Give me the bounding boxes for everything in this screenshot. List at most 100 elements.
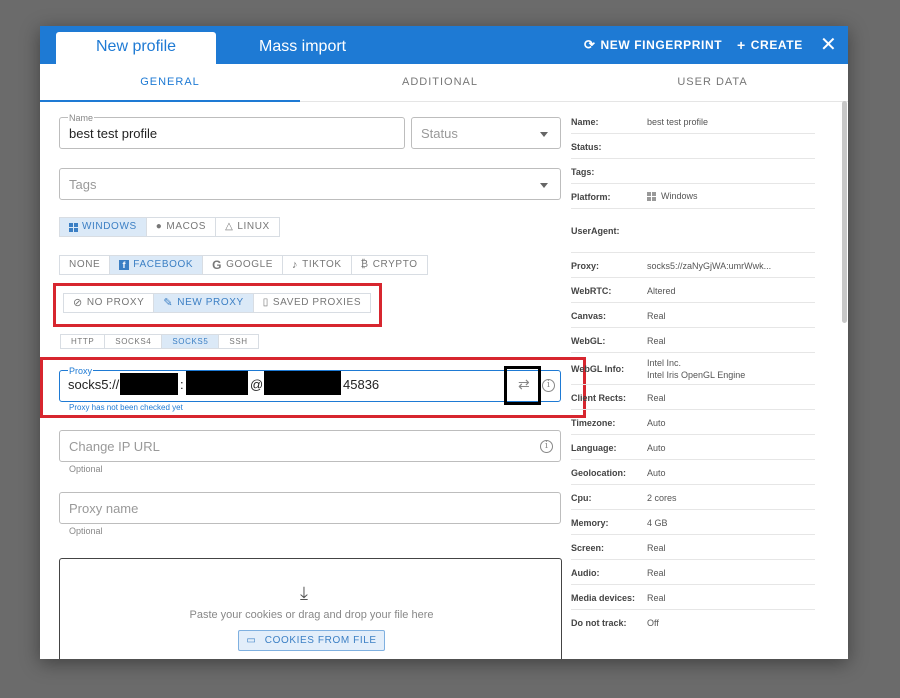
proxy-value-colon: : bbox=[180, 377, 184, 392]
summary-value: Auto bbox=[647, 443, 666, 453]
os-windows-button[interactable]: WINDOWS bbox=[59, 217, 147, 237]
tab-new-profile[interactable]: New profile bbox=[56, 32, 216, 64]
summary-label: Language: bbox=[571, 443, 617, 453]
summary-label: WebRTC: bbox=[571, 286, 612, 296]
refresh-icon: ⟳ bbox=[584, 37, 596, 52]
tab-mass-import[interactable]: Mass import bbox=[259, 32, 346, 64]
create-label: CREATE bbox=[750, 38, 803, 52]
tab-additional[interactable]: ADDITIONAL bbox=[340, 64, 540, 102]
bookmark-icon: ▯ bbox=[262, 297, 269, 308]
summary-label: Memory: bbox=[571, 518, 609, 528]
summary-row: Proxy: socks5://zaNyGjWA:umrWwk... bbox=[571, 253, 815, 278]
status-select[interactable]: Status bbox=[411, 117, 561, 149]
os-linux-label: LINUX bbox=[237, 221, 270, 232]
proxy-check-status: Proxy has not been checked yet bbox=[69, 403, 183, 412]
chevron-down-icon bbox=[540, 183, 548, 188]
proxy-value-at: @ bbox=[250, 377, 264, 392]
summary-value: Intel Inc. bbox=[647, 358, 682, 368]
platform-crypto-button[interactable]: ₿ CRYPTO bbox=[350, 255, 428, 275]
platform-none-label: NONE bbox=[69, 259, 101, 270]
summary-value: Real bbox=[647, 593, 666, 603]
proxy-type-socks4-button[interactable]: SOCKS4 bbox=[104, 334, 163, 349]
os-selector: WINDOWS ● MACOS △ LINUX bbox=[59, 217, 280, 237]
summary-value: Real bbox=[647, 311, 666, 321]
platform-google-label: GOOGLE bbox=[226, 259, 274, 270]
change-ip-helper: Optional bbox=[69, 464, 103, 474]
cookies-from-file-button[interactable]: ▭ COOKIES FROM FILE bbox=[238, 630, 385, 651]
summary-row: Canvas: Real bbox=[571, 303, 815, 328]
summary-row: Status: bbox=[571, 134, 815, 159]
saved-proxies-label: SAVED PROXIES bbox=[272, 297, 362, 308]
summary-label: Platform: bbox=[571, 192, 611, 202]
saved-proxies-button[interactable]: ▯ SAVED PROXIES bbox=[252, 293, 372, 313]
proxy-type-socks5-button[interactable]: SOCKS5 bbox=[161, 334, 220, 349]
summary-label: UserAgent: bbox=[571, 226, 620, 236]
cookies-hint: Paste your cookies or drag and drop your… bbox=[189, 609, 434, 621]
windows-icon bbox=[647, 192, 656, 202]
summary-label: Status: bbox=[571, 142, 602, 152]
no-proxy-button[interactable]: ⊘ NO PROXY bbox=[63, 293, 155, 313]
platform-tiktok-button[interactable]: ♪ TIKTOK bbox=[282, 255, 352, 275]
summary-label: Geolocation: bbox=[571, 468, 627, 478]
summary-row: UserAgent: bbox=[571, 209, 815, 253]
info-icon: i bbox=[540, 440, 553, 453]
windows-icon bbox=[69, 222, 78, 232]
dialog-header: New profile Mass import ⟳ NEW FINGERPRIN… bbox=[40, 26, 848, 64]
os-macos-label: MACOS bbox=[166, 221, 207, 232]
os-linux-button[interactable]: △ LINUX bbox=[215, 217, 280, 237]
summary-label: Screen: bbox=[571, 543, 605, 553]
summary-value: Auto bbox=[647, 418, 666, 428]
summary-row: WebRTC: Altered bbox=[571, 278, 815, 303]
cookies-dropzone[interactable]: ⤓ Paste your cookies or drag and drop yo… bbox=[59, 558, 562, 659]
summary-value: socks5://zaNyGjWA:umrWwk... bbox=[647, 261, 772, 271]
swap-icon[interactable]: ⇄ bbox=[518, 376, 530, 393]
summary-row: Tags: bbox=[571, 159, 815, 184]
os-macos-button[interactable]: ● MACOS bbox=[145, 217, 217, 237]
name-field[interactable]: Name best test profile bbox=[59, 113, 405, 149]
summary-row: Screen: Real bbox=[571, 535, 815, 560]
summary-value: Real bbox=[647, 543, 666, 553]
summary-row: Cpu: 2 cores bbox=[571, 485, 815, 510]
new-fingerprint-button[interactable]: ⟳ NEW FINGERPRINT bbox=[584, 26, 722, 64]
platform-value: Windows bbox=[661, 191, 698, 201]
os-windows-label: WINDOWS bbox=[82, 221, 137, 232]
tags-select[interactable]: Tags bbox=[59, 168, 561, 200]
platform-facebook-button[interactable]: f FACEBOOK bbox=[109, 255, 204, 275]
close-icon[interactable]: ✕ bbox=[820, 26, 837, 64]
summary-value: Real bbox=[647, 393, 666, 403]
proxy-name-input[interactable]: Proxy name bbox=[59, 492, 561, 524]
platform-facebook-label: FACEBOOK bbox=[133, 259, 194, 270]
summary-row: Client Rects: Real bbox=[571, 385, 815, 410]
change-ip-url-input[interactable]: Change IP URL i bbox=[59, 430, 561, 462]
change-ip-placeholder: Change IP URL bbox=[69, 439, 160, 454]
section-tabs: GENERAL ADDITIONAL USER DATA bbox=[40, 64, 848, 102]
summary-label: Media devices: bbox=[571, 593, 636, 603]
summary-label: WebGL Info: bbox=[571, 364, 625, 374]
platform-selector: NONE f FACEBOOK G GOOGLE ♪ TIKTOK ₿ CRYP… bbox=[59, 255, 428, 275]
summary-row: WebGL: Real bbox=[571, 328, 815, 353]
summary-value: Altered bbox=[647, 286, 676, 296]
proxy-type-selector: HTTP SOCKS4 SOCKS5 SSH bbox=[60, 334, 259, 349]
proxy-type-ssh-button[interactable]: SSH bbox=[218, 334, 259, 349]
proxy-value-prefix: socks5:// bbox=[68, 377, 120, 392]
summary-value: Auto bbox=[647, 468, 666, 478]
apple-icon: ● bbox=[155, 221, 163, 232]
summary-row: Platform: Windows bbox=[571, 184, 815, 209]
create-button[interactable]: + CREATE bbox=[737, 26, 803, 64]
profile-summary: Name: best test profile Status: Tags: Pla… bbox=[571, 109, 815, 635]
scrollbar[interactable] bbox=[842, 101, 847, 323]
tab-user-data[interactable]: USER DATA bbox=[620, 64, 805, 102]
platform-none-button[interactable]: NONE bbox=[59, 255, 111, 275]
summary-row: Do not track: Off bbox=[571, 610, 815, 635]
platform-crypto-label: CRYPTO bbox=[372, 259, 418, 270]
summary-row: Memory: 4 GB bbox=[571, 510, 815, 535]
summary-row: Name: best test profile bbox=[571, 109, 815, 134]
new-proxy-button[interactable]: ✎ NEW PROXY bbox=[153, 293, 254, 313]
proxy-type-http-button[interactable]: HTTP bbox=[60, 334, 106, 349]
ban-icon: ⊘ bbox=[73, 297, 83, 309]
summary-value-secondary: Intel Iris OpenGL Engine bbox=[647, 370, 746, 380]
platform-google-button[interactable]: G GOOGLE bbox=[202, 255, 284, 275]
tab-general[interactable]: GENERAL bbox=[40, 64, 300, 102]
bitcoin-icon: ₿ bbox=[360, 259, 369, 270]
summary-label: Name: bbox=[571, 117, 599, 127]
